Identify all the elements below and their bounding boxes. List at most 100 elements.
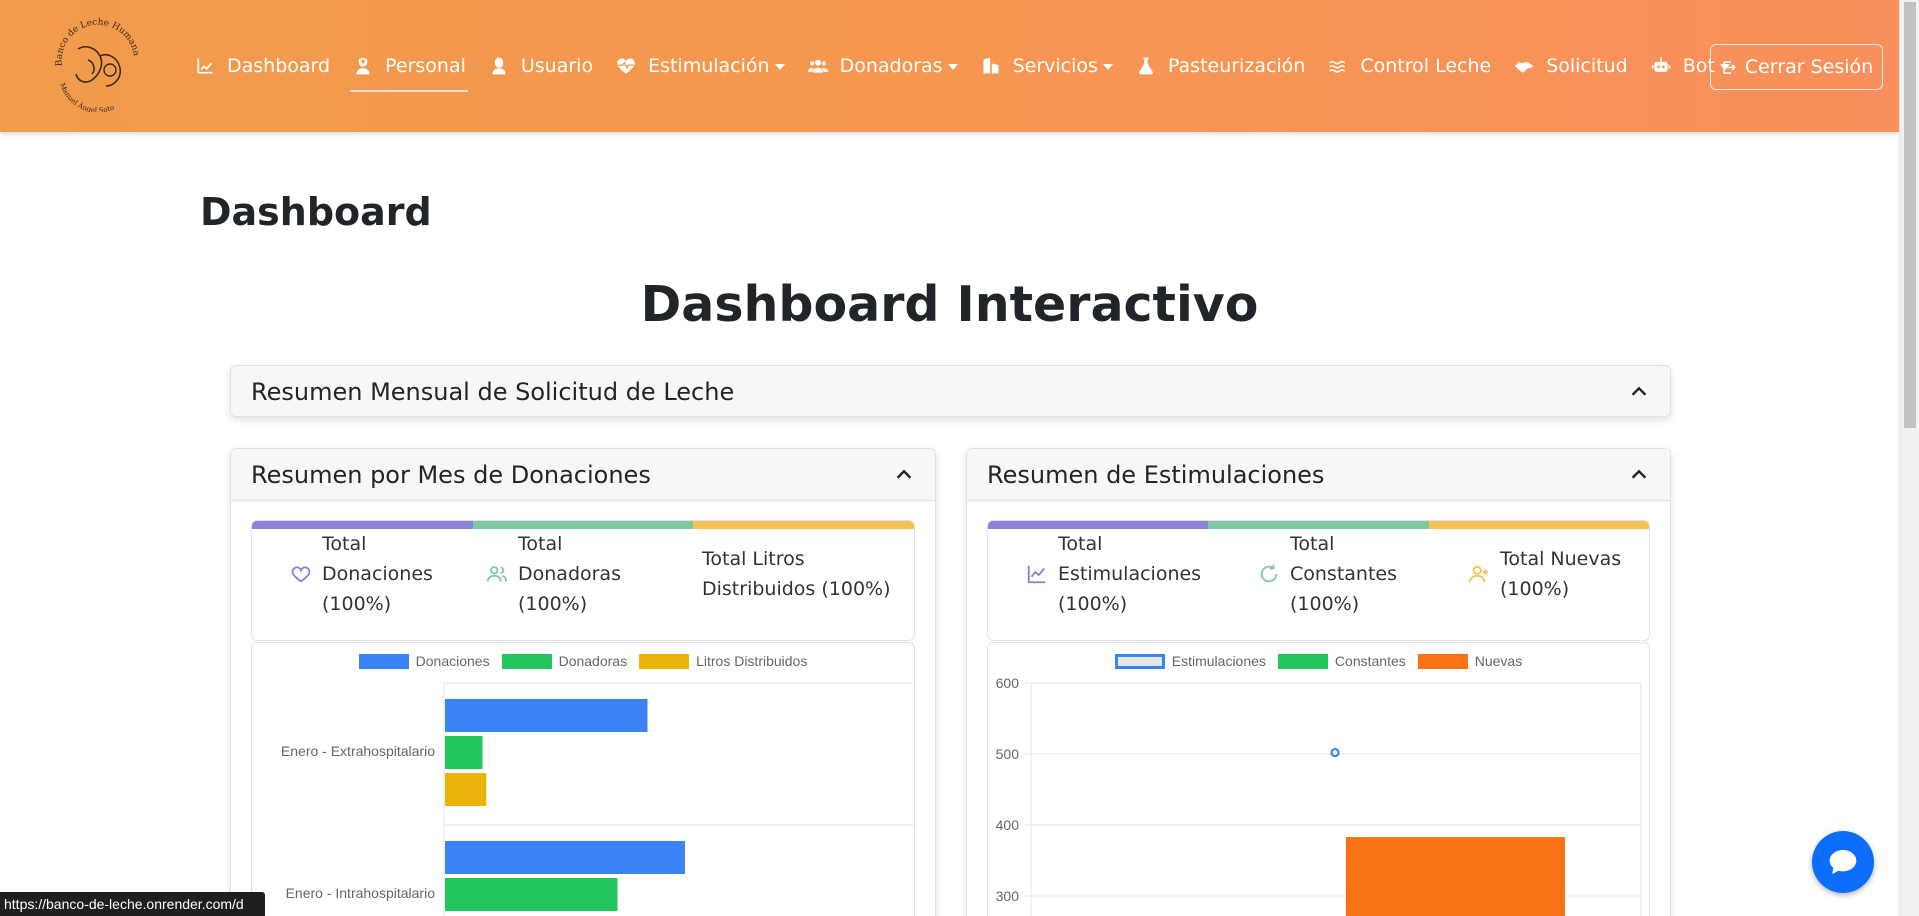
stat-line: Distribuidos (100%) [702,578,891,600]
bar-litros-distribuidos[interactable] [445,773,487,806]
nav-item-personal[interactable]: Personal [343,46,475,92]
handshake-icon [1513,55,1535,77]
refresh-icon [1260,564,1278,583]
user-icon [488,55,510,77]
caret-down-icon [774,64,785,70]
stat-line: (100%) [322,593,392,615]
chevron-up-icon[interactable] [1628,381,1650,403]
stat-line: Constantes [1290,563,1398,585]
chart-line-icon [194,55,216,77]
y-tick-label: 300 [996,888,1020,904]
nav-item-label: Servicios [1012,55,1098,77]
category-label: Enero - Intrahospitalario [286,885,436,901]
stat-line: Total [322,533,367,555]
trend-icon [1027,565,1046,584]
caret-down-icon [947,64,958,70]
nav-item-label: Dashboard [227,55,331,77]
stat-total-donaciones: Total Donaciones (100%) [290,529,433,619]
stat-line: Total [1058,533,1103,555]
estimulaciones-chart: Estimulaciones Constantes Nuevas 600 500 400… [987,642,1650,916]
stat-line: Donaciones [322,563,433,585]
dashboard-title: Dashboard Interactivo [640,276,1259,333]
accordion-estimulaciones: Resumen de Estimulaciones Total Estimulac… [966,448,1671,916]
accordion-solicitud-header[interactable]: Resumen Mensual de Solicitud de Leche [231,366,1670,416]
estimulaciones-chart-canvas: 600 500 400 300 [996,675,1642,916]
nav-item-label: Solicitud [1546,55,1628,77]
accordion-solicitud: Resumen Mensual de Solicitud de Leche [230,365,1671,417]
nav-item-donadoras[interactable]: Donadoras [798,46,967,86]
bar-nuevas[interactable] [1346,837,1565,916]
nav-item-usuario[interactable]: Usuario [479,46,602,86]
stat-line: Total Nuevas [1500,548,1622,570]
stat-line: Estimulaciones [1058,563,1202,585]
nav-item-label: Estimulación [648,55,770,77]
stat-color-bar [252,521,914,529]
nav-item-solicitud[interactable]: Solicitud [1504,46,1637,86]
scrollbar-thumb[interactable] [1904,2,1916,428]
building-icon [980,55,1002,77]
nav-item-servicios[interactable]: Servicios [971,46,1122,86]
category-label: Enero - Extrahospitalario [281,743,435,759]
nav-item-control-leche[interactable]: Control Leche [1318,46,1500,86]
nav-item-label: Usuario [520,55,594,77]
chat-button[interactable] [1812,831,1874,893]
flask-icon [1135,55,1157,77]
stat-total-donadoras: Total Donadoras (100%) [486,529,621,619]
donaciones-chart-canvas: Enero - Extrahospitalario Enero - Intraho… [281,682,914,916]
donaciones-chart: Donaciones Donadoras Litros Distribuidos E… [251,642,915,916]
user-plus-icon [1468,565,1489,583]
bar-donaciones[interactable] [445,699,648,732]
y-tick-label: 600 [996,675,1020,691]
users-icon [807,55,829,77]
point-estimulaciones[interactable] [1330,747,1340,758]
stat-line: (100%) [1290,593,1360,615]
sign-out-icon [1722,60,1736,74]
logout-button[interactable]: Cerrar Sesión [1710,44,1883,90]
accordion-donaciones-title: Resumen por Mes de Donaciones [251,460,651,489]
stat-line: (100%) [1058,593,1128,615]
y-tick-label: 400 [996,817,1020,833]
stat-total-constantes: Total Constantes (100%) [1258,529,1397,619]
bar-donadoras[interactable] [445,878,618,911]
stat-line: (100%) [518,593,588,615]
nav-item-label: Pasteurización [1167,55,1306,77]
robot-icon [1650,55,1672,77]
user-nurse-icon [352,55,374,77]
nav-item-dashboard[interactable]: Dashboard [185,46,339,86]
logo[interactable]: Banco de Leche Humana Manuel Ángel Soto [48,14,146,115]
stat-line: (100%) [1500,578,1570,600]
nav-item-label: Control Leche [1360,55,1492,77]
svg-text:Banco de Leche Humana: Banco de Leche Humana [55,18,142,67]
status-bar-url: https://banco-de-leche.onrender.com/d [0,892,265,916]
caret-down-icon [1102,64,1113,70]
page-scrollbar[interactable] [1899,0,1919,916]
page-title: Dashboard [200,190,432,234]
nav-item-estimulacion[interactable]: Estimulación [606,46,794,86]
chevron-up-icon[interactable] [1628,464,1650,486]
stat-line: Total Litros [702,548,805,570]
stat-total-nuevas: Total Nuevas (100%) [1468,544,1621,604]
chevron-up-icon[interactable] [893,464,915,486]
stat-total-estimulaciones: Total Estimulaciones (100%) [1026,529,1201,619]
chat-bubble-icon [1829,850,1857,874]
accordion-estimulaciones-title: Resumen de Estimulaciones [987,460,1325,489]
water-icon [1327,55,1349,77]
accordion-donaciones-header[interactable]: Resumen por Mes de Donaciones [231,449,935,501]
accordion-donaciones: Resumen por Mes de Donaciones Total Donac… [230,448,936,916]
bar-donadoras[interactable] [445,736,483,769]
nav-item-pasteurizacion[interactable]: Pasteurización [1126,46,1314,86]
nav-item-label: Donadoras [839,55,943,77]
bar-donaciones[interactable] [445,841,685,874]
nav-item-label: Personal [385,55,466,77]
stat-line: Donadoras [518,563,621,585]
nav-menu: Dashboard Personal Usuario Estimulación Dona… [185,0,1743,132]
navbar: Banco de Leche Humana Manuel Ángel Soto … [0,0,1899,132]
accordion-estimulaciones-header[interactable]: Resumen de Estimulaciones [967,449,1670,501]
stat-line: Total [518,533,563,555]
logout-label: Cerrar Sesión [1744,56,1874,78]
heart-pulse-icon [615,55,637,77]
stat-total-litros: Total Litros Distribuidos (100%) [702,544,891,604]
heart-icon [291,566,311,583]
y-tick-label: 500 [996,746,1020,762]
stat-line: Total [1290,533,1335,555]
